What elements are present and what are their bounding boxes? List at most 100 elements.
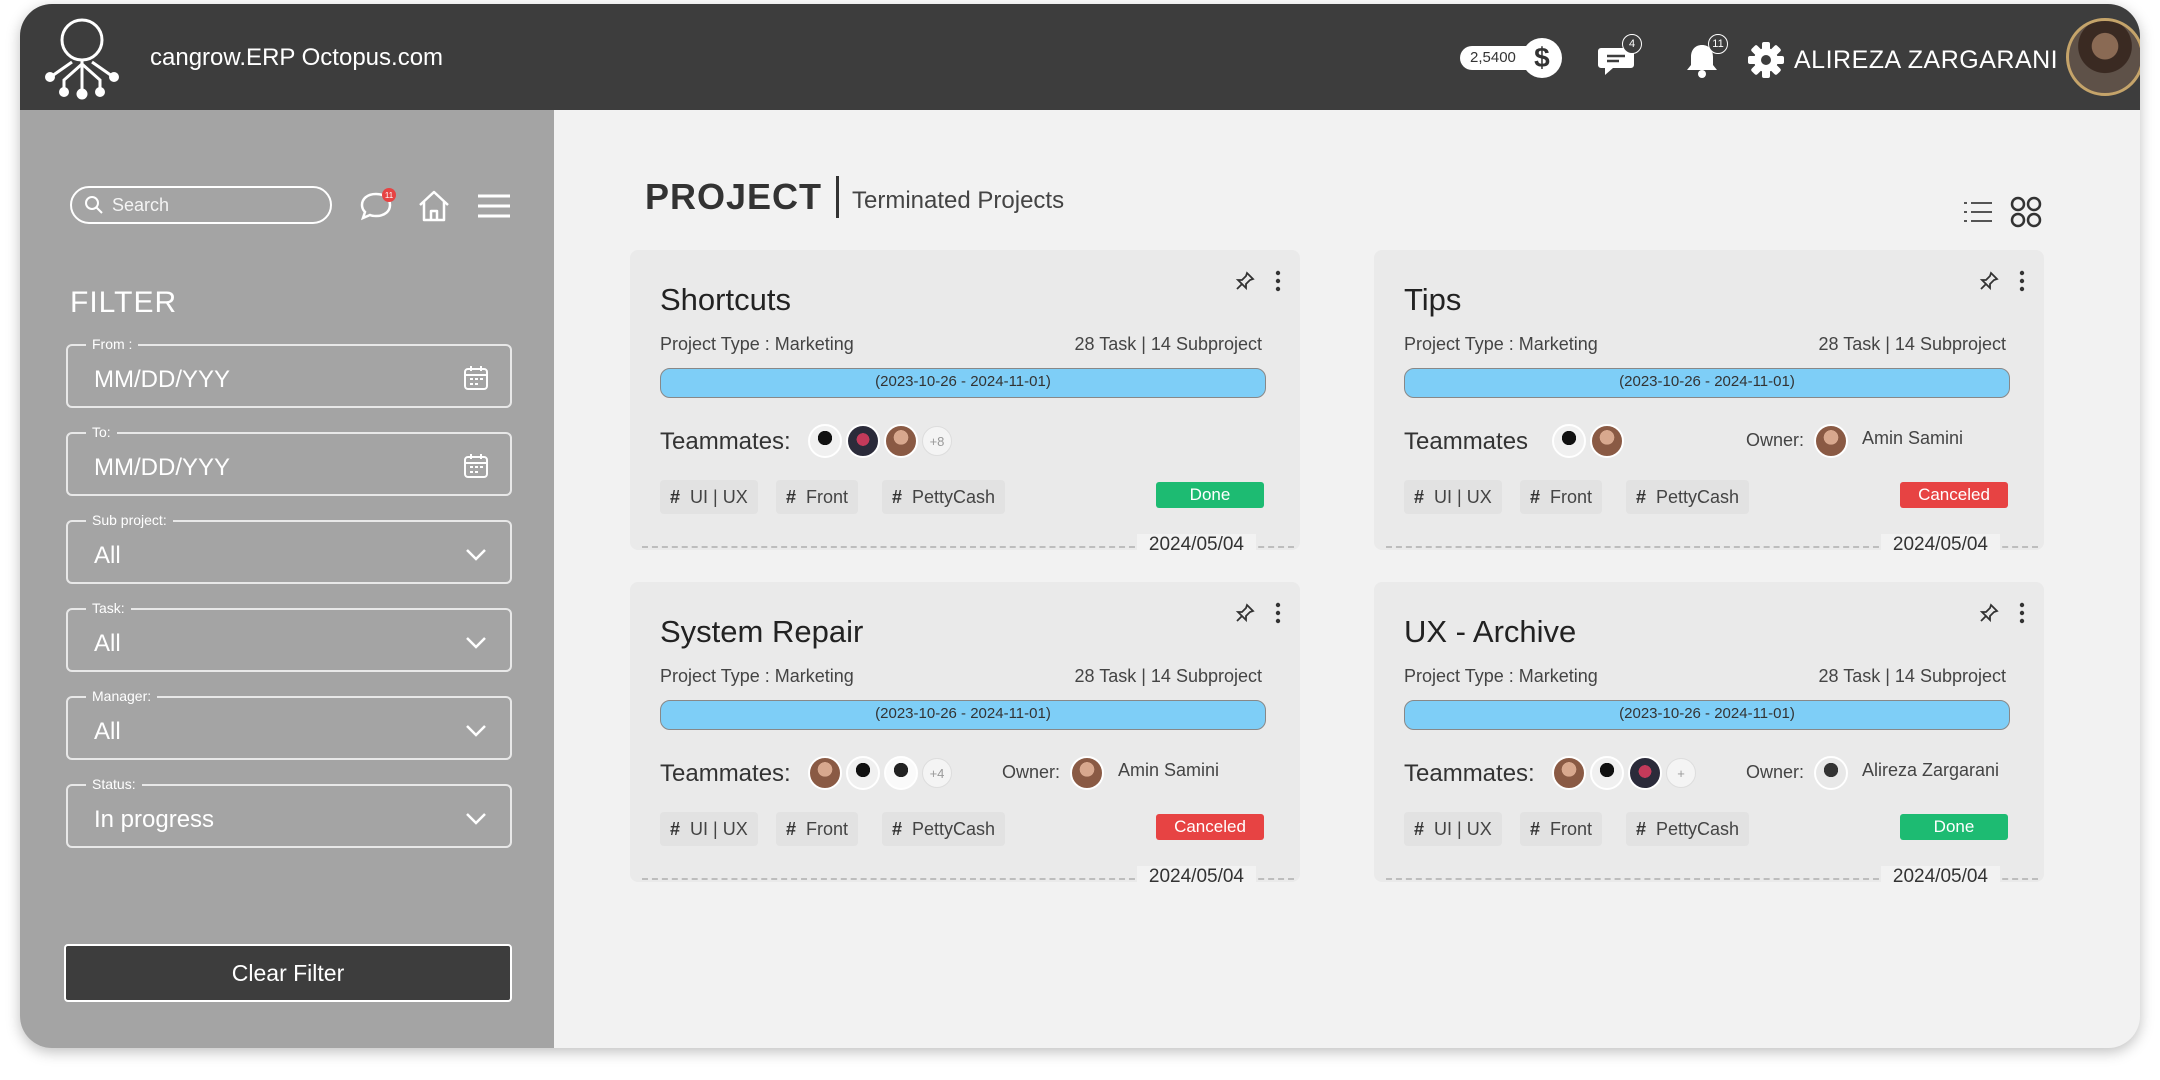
tag-ui-ux[interactable]: # UI | UX: [660, 480, 758, 514]
tag-label: PettyCash: [912, 486, 996, 507]
status-select[interactable]: Status: In progress: [66, 776, 512, 848]
tag-front[interactable]: # Front: [776, 480, 859, 514]
list-view-icon[interactable]: [1960, 194, 1996, 230]
from-date-field[interactable]: From : MM/DD/YYY: [66, 336, 512, 408]
filter-sidebar: 11 FILTER From : MM/DD/YYY To: MM/DD/YYY…: [20, 110, 554, 1048]
project-type: Project Type : Marketing: [660, 666, 854, 686]
top-bar: cangrow.ERP Octopus.com 2,5400 $ 4 11 AL…: [20, 4, 2140, 110]
hash-icon: #: [1530, 818, 1541, 839]
task-select[interactable]: Task: All: [66, 600, 512, 672]
owner-avatar[interactable]: [1070, 756, 1104, 790]
pin-icon[interactable]: [1978, 270, 2000, 292]
owner-avatar[interactable]: [1814, 424, 1848, 458]
project-card-shortcuts[interactable]: Shortcuts Project Type : Marketing 28 Ta…: [630, 250, 1300, 556]
tag-front[interactable]: # Front: [776, 812, 859, 846]
hash-icon: #: [1636, 486, 1647, 507]
avatar[interactable]: [884, 424, 918, 458]
more-vertical-icon[interactable]: [1268, 266, 1288, 296]
from-value: MM/DD/YYY: [94, 366, 231, 393]
tag-pettycash[interactable]: # PettyCash: [1626, 480, 1750, 514]
tag-label: UI | UX: [1434, 486, 1492, 507]
pin-icon[interactable]: [1234, 602, 1256, 624]
status-badge: Canceled: [1900, 482, 2008, 508]
hash-icon: #: [1530, 486, 1541, 507]
avatar[interactable]: [1552, 756, 1586, 790]
project-type: Project Type : Marketing: [1404, 666, 1598, 686]
hash-icon: #: [786, 486, 797, 507]
grid-view-icon[interactable]: [2008, 194, 2044, 230]
tag-label: PettyCash: [1656, 486, 1740, 507]
calendar-icon[interactable]: [462, 452, 490, 480]
task-count: 28 Task | 14 Subproject: [1074, 334, 1262, 354]
more-teammates-badge[interactable]: +8: [922, 426, 952, 456]
sidebar-chat-button[interactable]: 11: [356, 186, 396, 226]
date-range-bar: (2023-10-26 - 2024-11-01): [660, 368, 1266, 398]
tag-label: PettyCash: [912, 818, 996, 839]
avatar[interactable]: [846, 424, 880, 458]
project-card-tips[interactable]: Tips Project Type : Marketing 28 Task | …: [1374, 250, 2044, 556]
hash-icon: #: [1414, 486, 1425, 507]
calendar-icon[interactable]: [462, 364, 490, 392]
chevron-down-icon: [466, 549, 486, 561]
more-vertical-icon[interactable]: [2012, 598, 2032, 628]
tag-front[interactable]: # Front: [1520, 812, 1603, 846]
teammates-label: Teammates: [1404, 428, 1529, 455]
card-title: Tips: [1404, 282, 1462, 317]
subproject-select[interactable]: Sub project: All: [66, 512, 512, 584]
hash-icon: #: [1414, 818, 1425, 839]
avatar[interactable]: [884, 756, 918, 790]
home-button[interactable]: [414, 186, 454, 226]
tag-ui-ux[interactable]: # UI | UX: [1404, 480, 1502, 514]
status-label: Status:: [86, 776, 142, 792]
search-box[interactable]: [70, 186, 332, 224]
teammates-label: Teammates:: [660, 760, 791, 787]
project-card-ux-archive[interactable]: UX - Archive Project Type : Marketing 28…: [1374, 582, 2044, 888]
project-type: Project Type : Marketing: [1404, 334, 1598, 354]
avatar[interactable]: [1628, 756, 1662, 790]
hash-icon: #: [892, 818, 903, 839]
messages-button[interactable]: 4: [1596, 34, 1642, 80]
username[interactable]: ALIREZA ZARGARANI: [1794, 46, 2058, 75]
card-date: 2024/05/04: [1880, 866, 2000, 888]
avatar[interactable]: [1552, 424, 1586, 458]
search-input[interactable]: [112, 194, 312, 216]
tag-pettycash[interactable]: # PettyCash: [882, 812, 1006, 846]
to-date-field[interactable]: To: MM/DD/YYY: [66, 424, 512, 496]
clear-filter-button[interactable]: Clear Filter: [64, 944, 512, 1002]
tag-ui-ux[interactable]: # UI | UX: [660, 812, 758, 846]
tag-front[interactable]: # Front: [1520, 480, 1603, 514]
tag-ui-ux[interactable]: # UI | UX: [1404, 812, 1502, 846]
settings-button[interactable]: [1746, 40, 1786, 80]
filter-title: FILTER: [70, 286, 178, 319]
coin-balance[interactable]: 2,5400 $: [1460, 38, 1562, 78]
more-vertical-icon[interactable]: [2012, 266, 2032, 296]
user-avatar[interactable]: [2066, 18, 2140, 96]
manager-select[interactable]: Manager: All: [66, 688, 512, 760]
avatar[interactable]: [808, 756, 842, 790]
tag-label: UI | UX: [1434, 818, 1492, 839]
tag-pettycash[interactable]: # PettyCash: [1626, 812, 1750, 846]
avatar[interactable]: [1590, 756, 1624, 790]
to-label: To:: [86, 424, 117, 440]
sidebar-chat-badge: 11: [382, 188, 396, 202]
home-icon: [419, 190, 449, 222]
menu-button[interactable]: [474, 186, 514, 226]
avatar[interactable]: [1590, 424, 1624, 458]
owner-label: Owner:: [1746, 430, 1805, 450]
subproject-value: All: [94, 542, 121, 569]
avatar[interactable]: [808, 424, 842, 458]
more-vertical-icon[interactable]: [1268, 598, 1288, 628]
avatar[interactable]: [846, 756, 880, 790]
more-teammates-badge[interactable]: +4: [922, 758, 952, 788]
owner-avatar[interactable]: [1814, 756, 1848, 790]
notifications-button[interactable]: 11: [1682, 34, 1728, 80]
logo-octopus-icon[interactable]: [42, 14, 122, 100]
dollar-coin-icon: $: [1521, 38, 1562, 78]
pin-icon[interactable]: [1978, 602, 2000, 624]
pin-icon[interactable]: [1234, 270, 1256, 292]
add-teammate-button[interactable]: +: [1666, 758, 1696, 788]
tag-pettycash[interactable]: # PettyCash: [882, 480, 1006, 514]
owner-label: Owner:: [1746, 762, 1805, 782]
project-card-system-repair[interactable]: System Repair Project Type : Marketing 2…: [630, 582, 1300, 888]
subproject-label: Sub project:: [86, 512, 173, 528]
